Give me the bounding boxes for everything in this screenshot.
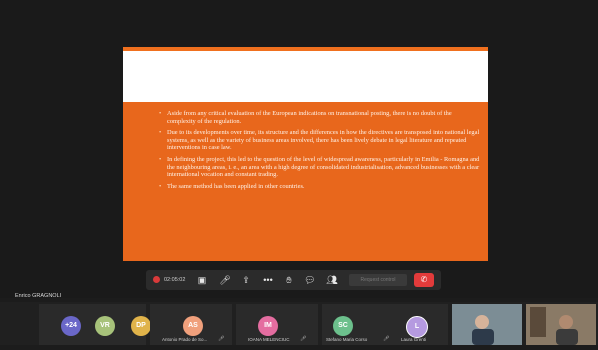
meeting-toolbar: 02:05:02 ▣ 🎤︎ ⇪ ••• ✋︎ 💬︎ 👥︎ Request con… [146, 270, 441, 290]
chat-icon[interactable]: 💬︎ [304, 274, 316, 286]
avatar: AS [183, 316, 203, 336]
participant-tile-group[interactable] [39, 304, 146, 345]
mic-muted-icon: 🎤︎ [300, 336, 307, 342]
avatar: SC [333, 316, 353, 336]
mute-icon[interactable]: 🎤︎ [219, 274, 231, 286]
participant-name: IOANA MELENCIUC [248, 337, 290, 342]
slide-bullet: In defining the project, this led to the… [159, 156, 481, 179]
participants-icon[interactable]: 👥︎ [325, 274, 339, 286]
more-participants-badge[interactable]: +24 [61, 316, 81, 336]
slide-bullet: Due to its developments over time, its s… [159, 129, 481, 152]
slide-bullet: Aside from any critical evaluation of th… [159, 110, 481, 125]
avatar: L [406, 316, 428, 338]
participant-name: Antonio Prado de So... [162, 337, 208, 342]
participant-name: Laura Grenti [401, 337, 427, 342]
more-icon[interactable]: ••• [262, 274, 274, 286]
share-icon[interactable]: ⇪ [240, 274, 252, 286]
shared-slide: Aside from any critical evaluation of th… [123, 47, 488, 261]
screen-share-icon[interactable]: ▣ [196, 274, 208, 286]
avatar[interactable]: DP [131, 316, 151, 336]
raise-hand-icon[interactable]: ✋︎ [283, 274, 295, 286]
end-call-icon[interactable]: ✆ [414, 273, 434, 287]
avatar: IM [258, 316, 278, 336]
participant-name: Stefano Maria Corso [326, 337, 368, 342]
request-control-button[interactable]: Request control [349, 274, 407, 286]
slide-bullet-list: Aside from any critical evaluation of th… [159, 110, 481, 194]
mic-muted-icon: 🎤︎ [383, 336, 390, 342]
record-timer: 02:05:02 [164, 277, 186, 283]
presentation-stage: Aside from any critical evaluation of th… [0, 0, 598, 298]
slide-bullet: The same method has been applied in othe… [159, 183, 481, 191]
mic-muted-icon: 🎤︎ [218, 336, 225, 342]
presenter-name: Enrico GRAGNOLI [15, 293, 62, 299]
record-icon[interactable] [153, 276, 160, 283]
slide-header-area [123, 51, 488, 102]
participant-video[interactable] [526, 304, 596, 345]
avatar[interactable]: VR [95, 316, 115, 336]
participant-video[interactable] [452, 304, 522, 345]
video-thumbnail [526, 304, 596, 345]
video-thumbnail [452, 304, 522, 345]
